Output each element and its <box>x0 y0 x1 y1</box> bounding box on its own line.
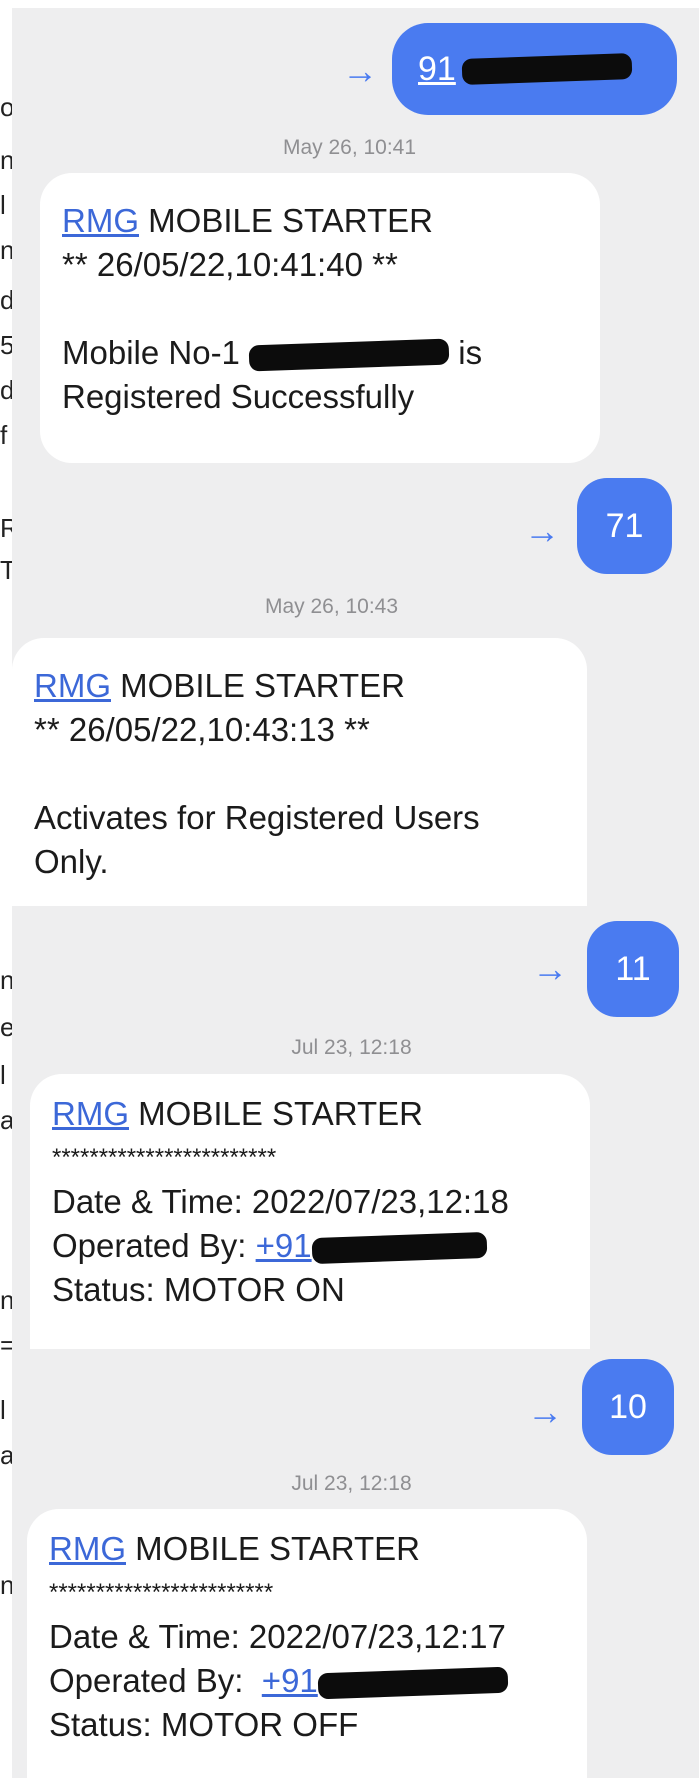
message-line: Registered Successfully <box>62 378 415 415</box>
sent-message-bubble[interactable]: 91 <box>392 23 677 115</box>
received-message-bubble[interactable]: RMG MOBILE STARTER *********************… <box>30 1074 590 1349</box>
message-timestamp: Jul 23, 12:18 <box>291 1036 412 1059</box>
message-line: Activates for Registered Users <box>34 799 480 836</box>
sent-message-text[interactable]: 91 <box>418 50 456 89</box>
received-message-bubble[interactable]: RMG MOBILE STARTER *********************… <box>27 1509 587 1778</box>
arrow-right-icon: → <box>527 1391 563 1432</box>
conversation-panel-2: → 71 May 26, 10:43 RMG MOBILE STARTER **… <box>12 463 699 906</box>
operator-number-prefix[interactable]: +91 <box>262 1662 318 1699</box>
message-timestamp: May 26, 10:43 <box>264 595 399 618</box>
sent-message-bubble[interactable]: 10 <box>582 1359 674 1455</box>
redacted-number <box>317 1666 509 1700</box>
operated-label: Operated By: <box>49 1662 244 1699</box>
datetime-line: Date & Time: 2022/07/23,12:17 <box>49 1618 506 1655</box>
conversation-panel-1: → 91 May 26, 10:41 RMG MOBILE STARTER **… <box>12 8 699 463</box>
sent-message-bubble[interactable]: 11 <box>587 921 679 1017</box>
datetime-line: Date & Time: 2022/07/23,12:18 <box>52 1183 509 1220</box>
message-line: ** 26/05/22,10:43:13 ** <box>34 711 370 748</box>
sent-message-text[interactable]: 71 <box>606 507 644 546</box>
sender-link[interactable]: RMG <box>62 202 139 239</box>
message-title: MOBILE STARTER <box>120 667 406 704</box>
message-line: Only. <box>34 843 109 880</box>
message-timestamp: Jul 23, 12:18 <box>291 1472 412 1495</box>
left-char: l <box>0 1060 6 1090</box>
conversation-panel-4: → 10 Jul 23, 12:18 RMG MOBILE STARTER **… <box>12 1349 699 1778</box>
status-line: Status: MOTOR ON <box>52 1271 345 1308</box>
left-char: l <box>0 1395 6 1425</box>
sent-message-bubble[interactable]: 71 <box>577 478 672 574</box>
left-char: f <box>0 420 8 450</box>
sender-link[interactable]: RMG <box>49 1530 126 1567</box>
received-message-bubble[interactable]: RMG MOBILE STARTER ** 26/05/22,10:43:13 … <box>12 638 587 906</box>
mobile-number-link[interactable] <box>248 334 450 372</box>
message-title: MOBILE STARTER <box>135 1530 421 1567</box>
redacted-number <box>311 1232 488 1265</box>
operator-number-link[interactable]: +91 <box>262 1662 509 1700</box>
message-title: MOBILE STARTER <box>148 202 434 239</box>
mobile-suffix: is <box>458 334 483 371</box>
arrow-right-icon: → <box>524 510 560 551</box>
operator-number-prefix[interactable]: +91 <box>256 1227 312 1264</box>
sent-message-text[interactable]: 11 <box>615 950 650 989</box>
operator-number-link[interactable]: +91 <box>256 1227 488 1265</box>
mobile-label: Mobile No-1 <box>62 334 240 371</box>
received-message-bubble[interactable]: RMG MOBILE STARTER ** 26/05/22,10:41:40 … <box>40 173 600 463</box>
sent-message-text[interactable]: 10 <box>609 1388 647 1427</box>
conversation-panel-3: → 11 Jul 23, 12:18 RMG MOBILE STARTER **… <box>12 906 699 1349</box>
redacted-number <box>461 53 633 85</box>
arrow-right-icon: → <box>532 948 568 989</box>
message-line: ** 26/05/22,10:41:40 ** <box>62 246 398 283</box>
operated-label: Operated By: <box>52 1227 247 1264</box>
message-timestamp: May 26, 10:41 <box>282 136 417 159</box>
status-line: Status: MOTOR OFF <box>49 1706 359 1743</box>
sender-link[interactable]: RMG <box>34 667 111 704</box>
stars-line: ************************ <box>49 1579 274 1606</box>
redacted-number <box>248 338 450 372</box>
sender-link[interactable]: RMG <box>52 1095 129 1132</box>
left-char: l <box>0 190 6 220</box>
arrow-right-icon: → <box>342 50 378 91</box>
stars-line: ************************ <box>52 1144 277 1171</box>
message-title: MOBILE STARTER <box>138 1095 424 1132</box>
